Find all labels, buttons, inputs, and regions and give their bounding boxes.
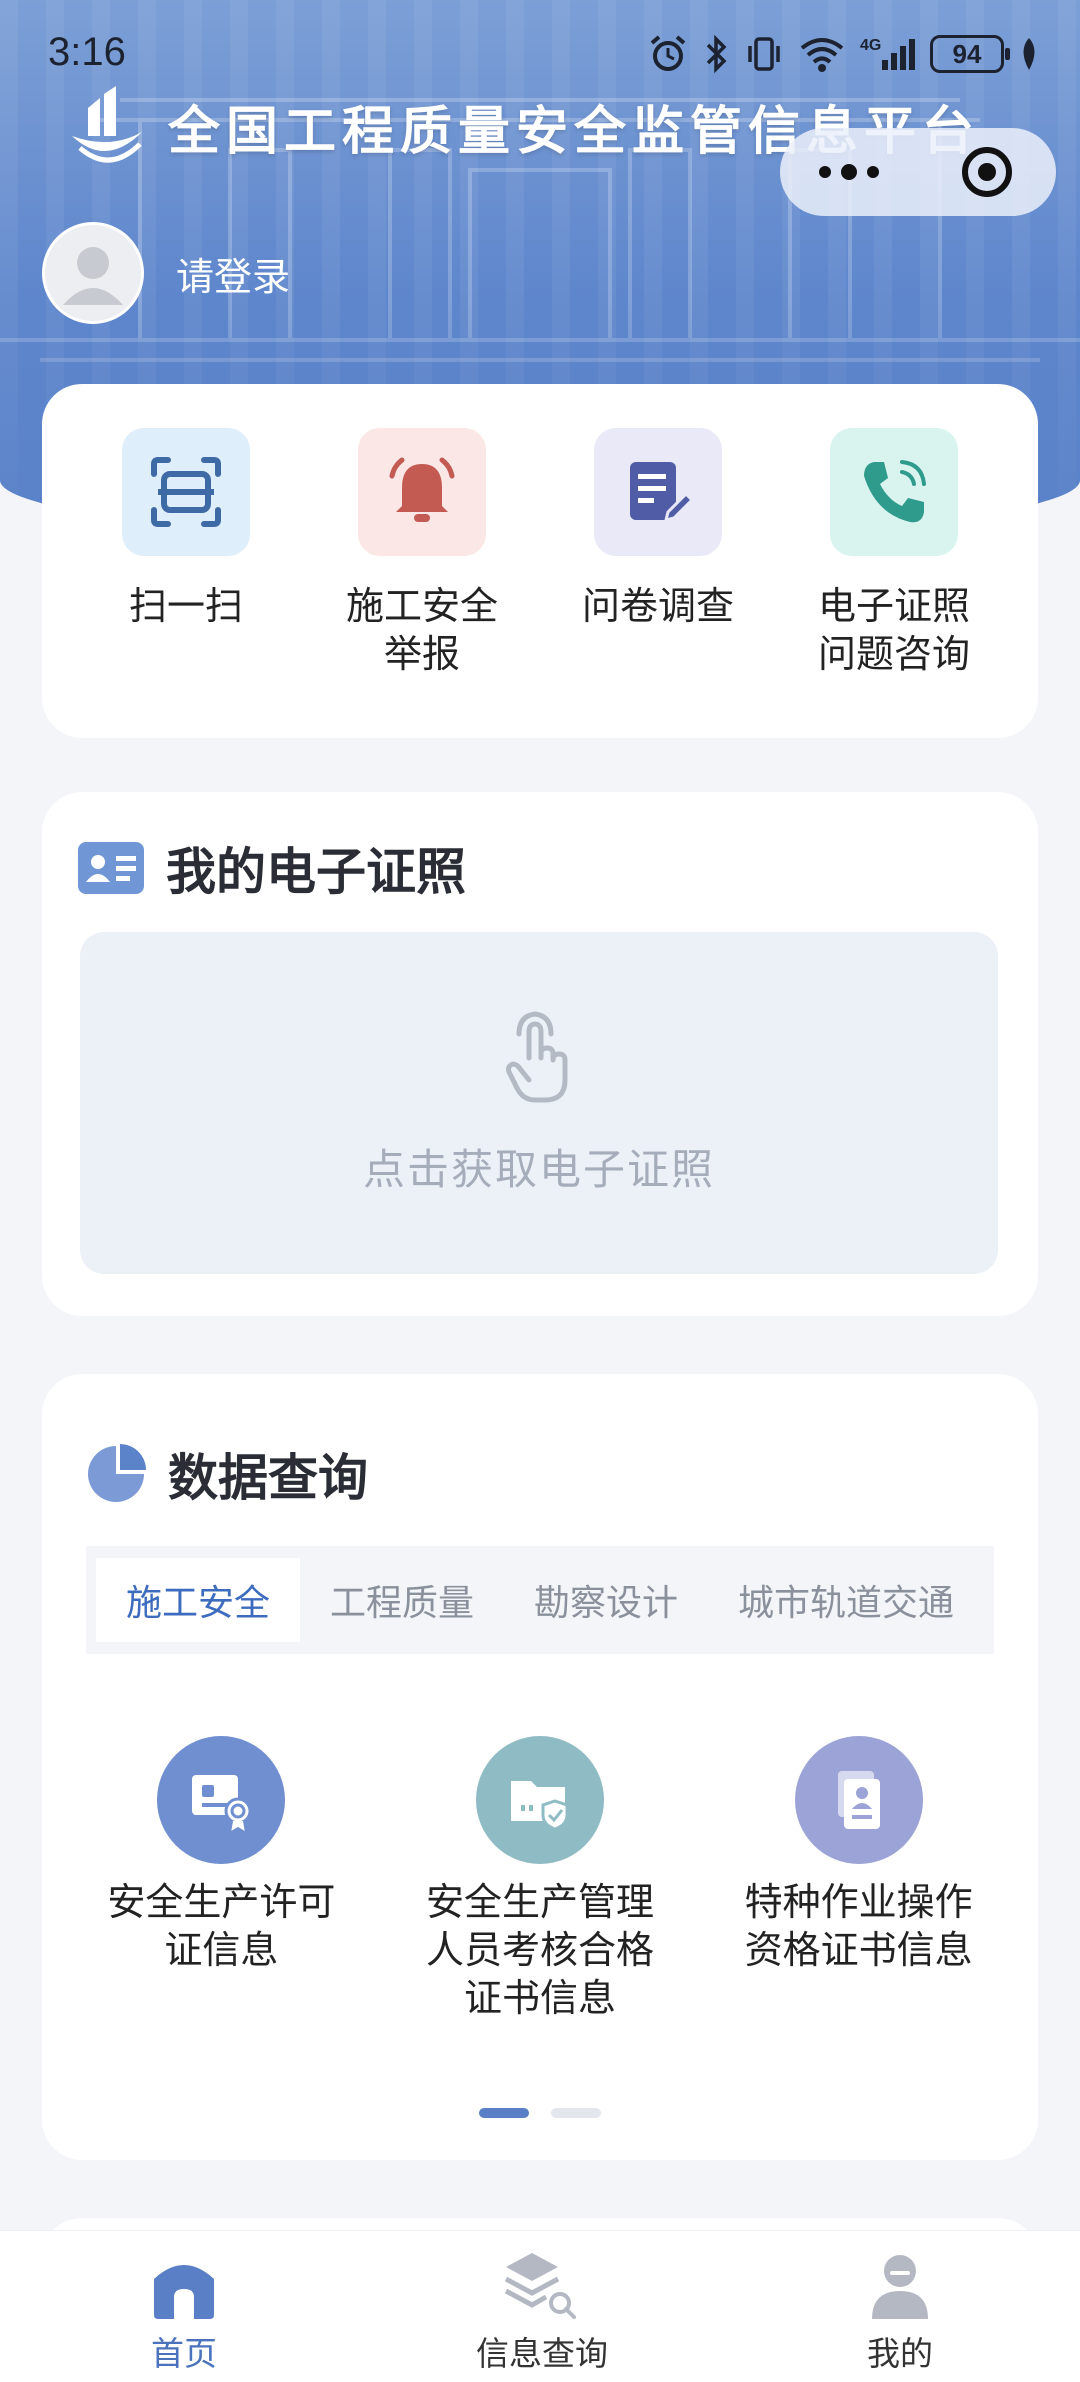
license-icon — [192, 1775, 252, 1835]
avatar[interactable] — [42, 222, 144, 324]
nav-label: 我的 — [867, 2334, 933, 2373]
dot-icon — [819, 166, 831, 178]
certificate-header: 我的电子证照 — [78, 832, 466, 904]
quick-icon-bg — [122, 428, 250, 556]
data-query-tabs: 施工安全 工程质量 勘察设计 城市轨道交通 — [86, 1546, 994, 1654]
target-icon — [962, 147, 1012, 197]
login-row[interactable]: 请登录 — [42, 222, 290, 324]
feature-label: 特种作业操作 资格证书信息 — [744, 1880, 973, 1972]
user-icon — [872, 2255, 928, 2319]
quick-action-certificate-help[interactable]: 电子证照 问题咨询 — [784, 428, 1004, 738]
feature-icon-bg — [475, 1736, 604, 1864]
nav-label: 信息查询 — [476, 2334, 608, 2373]
id-card-icon — [78, 842, 144, 894]
data-query-header: 数据查询 — [86, 1438, 368, 1510]
close-mini-program-button[interactable] — [918, 128, 1056, 216]
quick-action-scan[interactable]: 扫一扫 — [76, 428, 296, 738]
user-placeholder-icon — [63, 247, 123, 305]
my-certificate-card: 我的电子证照 点击获取电子证照 — [42, 792, 1038, 1316]
page-dot — [551, 2108, 601, 2118]
get-certificate-button[interactable]: 点击获取电子证照 — [80, 932, 998, 1274]
quick-action-safety-report[interactable]: 施工安全 举报 — [312, 428, 532, 738]
data-query-title: 数据查询 — [168, 1449, 368, 1507]
quick-action-survey[interactable]: 问卷调查 — [548, 428, 768, 738]
more-options-button[interactable] — [780, 128, 918, 216]
pie-chart-icon — [88, 1444, 146, 1502]
nav-info-query[interactable]: 信息查询 — [476, 2231, 608, 2382]
quick-action-label: 施工安全 举报 — [345, 584, 498, 676]
home-icon — [154, 2265, 214, 2319]
quick-icon-bg — [358, 428, 486, 556]
feature-label: 安全生产管理 人员考核合格 证书信息 — [425, 1880, 654, 2020]
feature-label: 安全生产许可 证信息 — [107, 1880, 336, 1972]
quick-action-label: 电子证照 问题咨询 — [817, 584, 970, 676]
document-icon — [837, 1771, 880, 1829]
phone-icon — [864, 460, 926, 523]
nav-home[interactable]: 首页 — [124, 2231, 244, 2382]
quick-icon-bg — [830, 428, 958, 556]
quick-actions-card: 扫一扫 施工安全 举报 问卷调查 电子证照 问题咨询 — [42, 384, 1038, 738]
quick-action-label: 问卷调查 — [581, 584, 734, 628]
tab-urban-rail-transit[interactable]: 城市轨道交通 — [708, 1558, 984, 1642]
status-icons: 4G 94 — [648, 30, 1040, 78]
feature-safety-license[interactable]: 安全生产许可 证信息 — [86, 1736, 356, 2022]
tab-engineering-quality[interactable]: 工程质量 — [300, 1558, 504, 1642]
scan-icon — [151, 457, 221, 527]
folder-shield-icon — [510, 1781, 569, 1831]
nav-mine[interactable]: 我的 — [840, 2231, 960, 2382]
feature-icon-bg — [157, 1736, 286, 1864]
leaf-icon — [1023, 38, 1035, 70]
feature-safety-manager-cert[interactable]: 安全生产管理 人员考核合格 证书信息 — [405, 1736, 675, 2022]
quick-action-label: 扫一扫 — [128, 584, 243, 628]
signal-4g-icon: 4G — [860, 37, 915, 70]
tab-survey-design[interactable]: 勘察设计 — [504, 1558, 708, 1642]
tap-hand-icon — [506, 1011, 568, 1103]
alarm-icon — [650, 35, 686, 71]
dot-icon — [841, 164, 857, 180]
tab-construction-safety[interactable]: 施工安全 — [96, 1558, 301, 1642]
certificate-title: 我的电子证照 — [166, 843, 466, 901]
dot-icon — [867, 166, 879, 178]
mini-program-capsule — [780, 128, 1056, 216]
vibrate-icon — [748, 37, 780, 71]
status-time: 3:16 — [48, 30, 126, 74]
login-link[interactable]: 请登录 — [176, 246, 290, 301]
alarm-bell-icon — [389, 457, 455, 522]
feature-grid: 安全生产许可 证信息 安全生产管理 人员考核合格 证书信息 特种作业操作 资格证… — [42, 1736, 1038, 2022]
page-dot-active — [479, 2108, 529, 2118]
nav-label: 首页 — [151, 2334, 217, 2373]
feature-special-operation-cert[interactable]: 特种作业操作 资格证书信息 — [724, 1736, 994, 2022]
bluetooth-icon — [706, 34, 727, 74]
app-logo-icon — [72, 86, 142, 163]
wifi-icon — [800, 38, 844, 72]
battery-indicator: 94 — [930, 35, 1010, 73]
data-query-card: 数据查询 施工安全 工程质量 勘察设计 城市轨道交通 安全生产许可 证信息 安全… — [42, 1374, 1038, 2160]
layers-search-icon — [504, 2253, 576, 2319]
bottom-navigation: 首页 信息查询 我的 — [0, 2230, 1080, 2382]
svg-text:4G: 4G — [860, 37, 881, 54]
quick-icon-bg — [594, 428, 722, 556]
feature-icon-bg — [794, 1736, 923, 1864]
certificate-hint: 点击获取电子证照 — [362, 1145, 715, 1194]
questionnaire-icon — [630, 462, 695, 523]
page-indicator — [42, 2108, 1038, 2118]
